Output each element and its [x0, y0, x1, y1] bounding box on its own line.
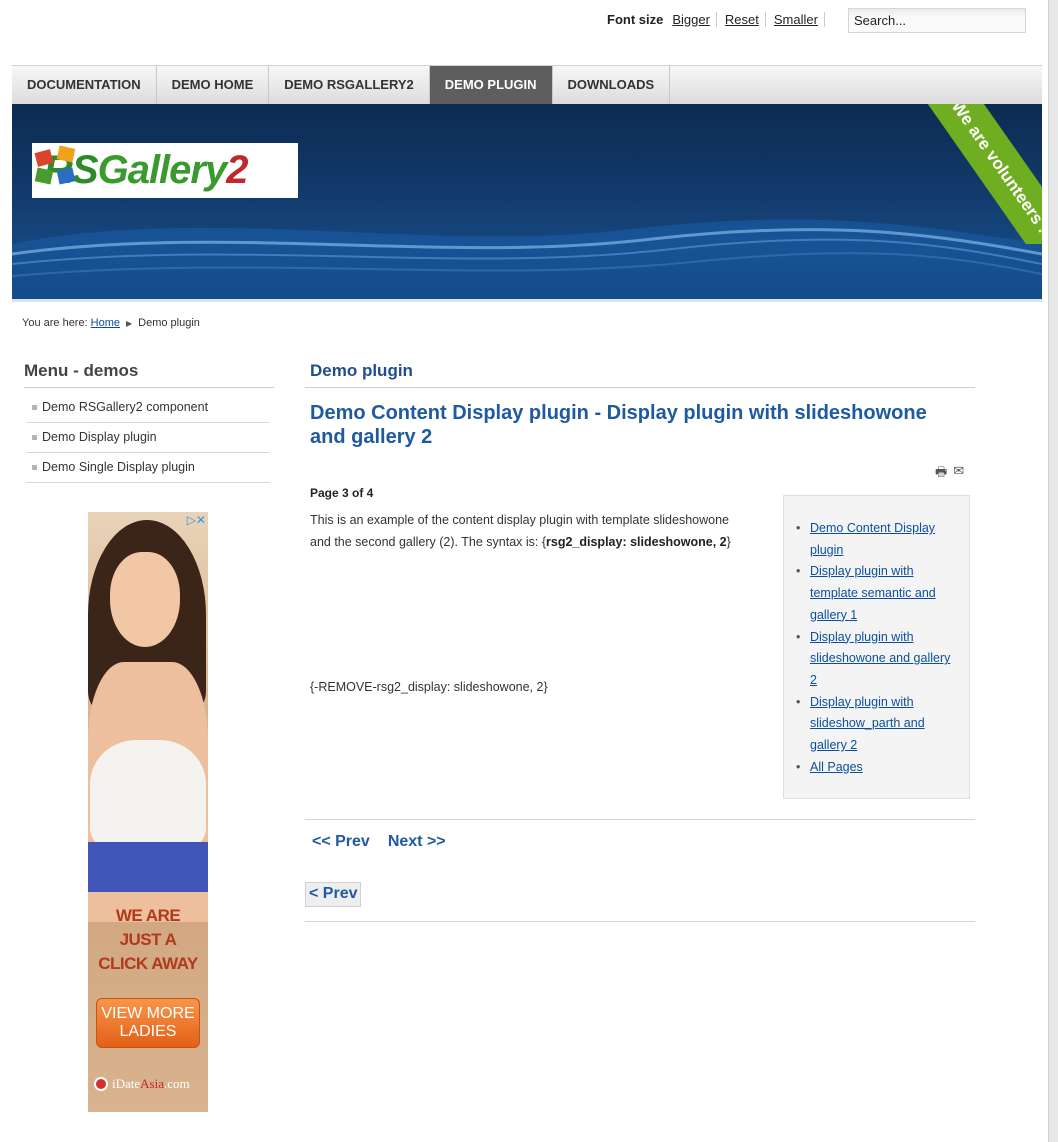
pagination-divider-top [305, 819, 975, 820]
pagination: << Prev Next >> [312, 833, 446, 851]
sidebar-item-rsgallery2-component[interactable]: Demo RSGallery2 component [26, 393, 270, 423]
toc-item[interactable]: Display plugin with slideshowone and gal… [796, 627, 957, 692]
nav-item-demo-plugin[interactable]: DEMO PLUGIN [429, 66, 553, 104]
rsgallery2-logo[interactable]: RSGallery2 [32, 143, 298, 198]
logo-squares-icon [34, 145, 76, 185]
font-smaller-link[interactable]: Smaller [774, 12, 825, 27]
breadcrumb-current: Demo plugin [138, 317, 200, 329]
page-scrollbar-area [1048, 0, 1058, 1142]
nav-item-documentation[interactable]: DOCUMENTATION [12, 66, 157, 104]
toc-item[interactable]: Display plugin with slideshow_parth and … [796, 692, 957, 757]
breadcrumb-home-link[interactable]: Home [91, 317, 120, 329]
pagination-divider-bottom [305, 921, 975, 922]
article-icons: 🖶 ✉ [935, 463, 964, 485]
prev-link[interactable]: << Prev [312, 833, 370, 851]
toc-item-all-pages[interactable]: All Pages [796, 757, 957, 779]
toc-item[interactable]: Display plugin with template semantic an… [796, 561, 957, 626]
breadcrumb: You are here: Home ▶ Demo plugin [22, 317, 200, 329]
ribbon-text: We are volunteers ! [947, 104, 1042, 237]
ad-brand-icon [94, 1077, 108, 1091]
sidebar-item-single-display-plugin[interactable]: Demo Single Display plugin [26, 453, 270, 483]
sidebar-item-display-plugin[interactable]: Demo Display plugin [26, 423, 270, 453]
remove-syntax-text: {-REMOVE-rsg2_display: slideshowone, 2} [310, 680, 548, 694]
nav-item-demo-home[interactable]: DEMO HOME [157, 66, 270, 104]
article-body: This is an example of the content displa… [310, 513, 731, 549]
article-index: Demo Content Display plugin Display plug… [783, 495, 970, 799]
syntax-code: rsg2_display: slideshowone, 2 [546, 535, 727, 549]
main-nav: DOCUMENTATION DEMO HOME DEMO RSGALLERY2 … [12, 65, 1042, 104]
banner-waves [12, 219, 1042, 299]
page-number: Page 3 of 4 [310, 486, 374, 500]
next-link[interactable]: Next >> [388, 833, 446, 851]
banner-divider [12, 299, 1042, 302]
ad-headline: WE ARE JUST A CLICK AWAY [98, 906, 198, 973]
sidebar-menu: Demo RSGallery2 component Demo Display p… [26, 393, 270, 483]
breadcrumb-arrow-icon: ▶ [126, 318, 133, 328]
font-size-label: Font size [607, 12, 664, 27]
nav-item-demo-rsgallery2[interactable]: DEMO RSGALLERY2 [269, 66, 430, 104]
search-input[interactable]: Search... [848, 8, 1026, 33]
ad-photo-top [90, 740, 206, 850]
breadcrumb-prefix: You are here: [22, 317, 88, 329]
ad-photo-bottoms [88, 842, 208, 892]
email-icon[interactable]: ✉ [953, 463, 964, 485]
adchoices-icon[interactable]: ▷✕ [187, 513, 206, 527]
font-bigger-link[interactable]: Bigger [672, 12, 717, 27]
print-icon[interactable]: 🖶 [935, 463, 947, 485]
article-title: Demo Content Display plugin - Display pl… [310, 402, 927, 448]
volunteers-ribbon: We are volunteers ! [917, 104, 1042, 244]
font-size-controls: Font size Bigger Reset Smaller [607, 12, 833, 27]
prev-button[interactable]: < Prev [305, 882, 361, 907]
ad-view-more-button[interactable]: VIEW MORE LADIES [96, 998, 200, 1048]
font-reset-link[interactable]: Reset [725, 12, 766, 27]
toc-item[interactable]: Demo Content Display plugin [796, 518, 957, 561]
header-banner: RSGallery2 We are volunteers ! [12, 104, 1042, 299]
ad-brand: iDate Asia .com [94, 1076, 190, 1092]
sidebar-title: Menu - demos [24, 361, 274, 388]
nav-item-downloads[interactable]: DOWNLOADS [553, 66, 671, 104]
advertisement-banner[interactable]: ▷✕ WE ARE JUST A CLICK AWAY VIEW MORE LA… [88, 512, 208, 1112]
section-title: Demo plugin [305, 361, 975, 388]
ad-photo-face [110, 552, 180, 647]
